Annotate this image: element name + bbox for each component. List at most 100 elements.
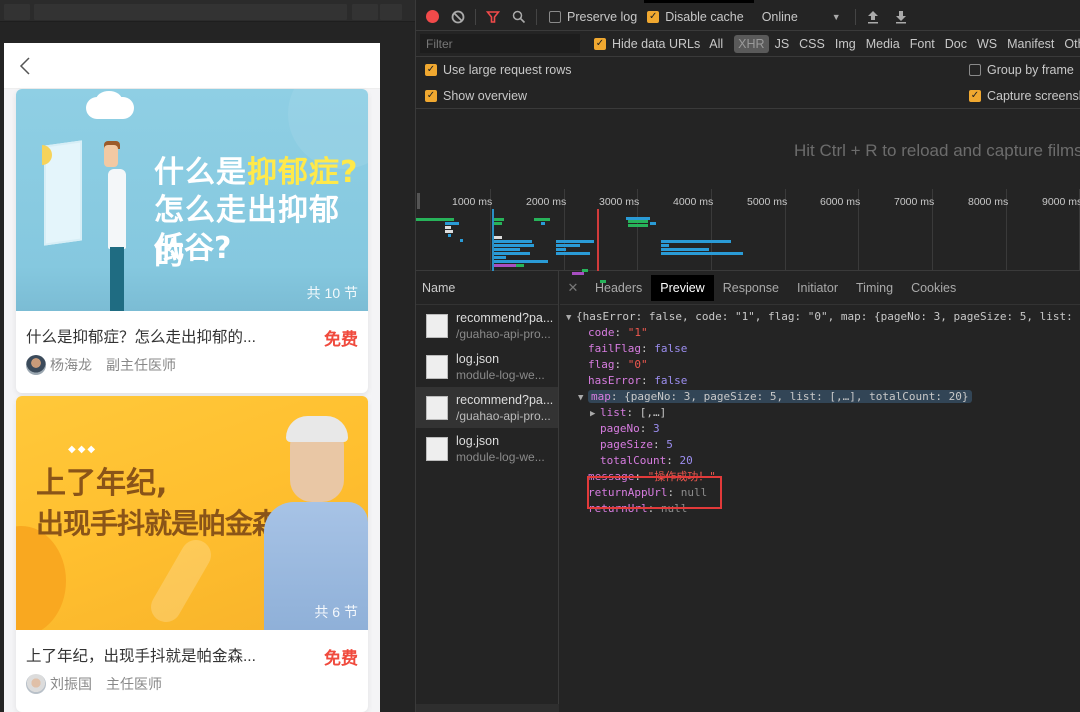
hide-data-urls-checkbox[interactable]: ✓ Hide data URLs <box>594 37 700 51</box>
waterfall-bar <box>534 218 550 221</box>
tab-response[interactable]: Response <box>714 275 788 301</box>
show-overview-checkbox[interactable]: ✓ Show overview <box>425 89 527 103</box>
waterfall-bar <box>416 218 454 221</box>
dropdown-arrow-icon[interactable]: ▼ <box>832 12 841 22</box>
record-icon[interactable] <box>421 6 443 28</box>
devtools-network-panel: Preserve log ✓ Disable cache Online ▼ ✓ Hi… <box>415 0 1080 712</box>
tab-initiator[interactable]: Initiator <box>788 275 847 301</box>
device-toolbar-segment[interactable] <box>380 4 402 20</box>
waterfall-bar <box>556 240 594 243</box>
checkbox-checked-icon[interactable]: ✓ <box>425 64 437 76</box>
json-row: code: "1" <box>588 326 648 339</box>
network-overview[interactable]: 1000 ms 2000 ms 3000 ms 4000 ms 5000 ms … <box>416 189 1080 283</box>
use-large-rows-checkbox[interactable]: ✓ Use large request rows <box>425 63 572 77</box>
name-column-header[interactable]: Name <box>416 271 558 305</box>
checkbox-checked-icon[interactable]: ✓ <box>425 89 437 102</box>
request-name: log.json <box>456 433 500 448</box>
type-filter-font[interactable]: Font <box>906 35 939 53</box>
type-filter-ws[interactable]: WS <box>973 35 1001 53</box>
type-filter-js[interactable]: JS <box>771 35 794 53</box>
person-photo-hair <box>286 416 348 442</box>
tab-timing[interactable]: Timing <box>847 275 902 301</box>
search-icon[interactable] <box>508 6 530 28</box>
capture-screenshots-checkbox[interactable]: ✓ Capture screenshots <box>969 89 1080 103</box>
type-filter-all[interactable]: All <box>705 35 727 53</box>
waterfall-bar <box>460 239 463 242</box>
overview-tick-label: 7000 ms <box>894 196 935 208</box>
tab-preview[interactable]: Preview <box>651 274 714 301</box>
disable-cache-checkbox[interactable]: ✓ Disable cache <box>647 10 744 24</box>
cover-headline-3: 低谷? <box>154 231 232 266</box>
import-har-icon[interactable] <box>862 6 884 28</box>
waterfall-bar <box>516 264 524 267</box>
use-large-rows-label: Use large request rows <box>443 63 572 77</box>
type-filter-manifest[interactable]: Manifest <box>1003 35 1058 53</box>
course-title[interactable]: 上了年纪，出现手抖就是帕金森... <box>26 644 296 666</box>
device-toolbar-segment[interactable] <box>4 4 30 20</box>
checkbox-unchecked-icon[interactable] <box>969 64 981 76</box>
export-har-icon[interactable] <box>890 6 912 28</box>
doctor-avatar <box>26 674 46 694</box>
overview-tick-label: 4000 ms <box>673 196 714 208</box>
request-name: log.json <box>456 351 500 366</box>
waterfall-bar <box>492 240 532 243</box>
tab-headers[interactable]: Headers <box>586 275 651 301</box>
chevron-left-icon[interactable] <box>16 55 36 77</box>
waterfall-bar <box>492 256 506 259</box>
checkbox-checked-icon[interactable]: ✓ <box>969 89 981 102</box>
type-filter-other[interactable]: Other <box>1060 35 1080 53</box>
checkbox-checked-icon[interactable]: ✓ <box>647 10 660 23</box>
request-row[interactable]: log.json module-log-we... <box>416 346 558 387</box>
device-toolbar-segment[interactable] <box>34 4 347 20</box>
type-filter-xhr[interactable]: XHR <box>734 34 769 53</box>
request-name: recommend?pa... <box>456 392 554 407</box>
type-filter-doc[interactable]: Doc <box>941 35 971 53</box>
type-filter-css[interactable]: CSS <box>795 35 829 53</box>
request-row-selected[interactable]: recommend?pa.../guahao-api-pro... <box>416 387 558 428</box>
overview-tick-label: 6000 ms <box>820 196 861 208</box>
collapsed-triangle-icon[interactable]: ▶ <box>590 406 600 422</box>
type-filter-media[interactable]: Media <box>862 35 904 53</box>
request-row[interactable]: recommend?pa.../guahao-api-pro... <box>416 305 558 346</box>
throttling-select[interactable]: Online <box>762 10 832 24</box>
capture-screenshots-label: Capture screenshots <box>987 88 1080 103</box>
device-emulator-pane: 什么是抑郁症? 怎么走出抑郁的 低谷? 共 10 节 什么是抑郁症？怎么走出抑郁… <box>0 0 415 712</box>
lesson-count: 共 6 节 <box>314 604 358 620</box>
expanded-triangle-icon[interactable]: ▼ <box>578 390 588 406</box>
file-icon <box>426 395 448 420</box>
waterfall-bar <box>650 222 656 225</box>
checkbox-unchecked-icon[interactable] <box>549 10 561 23</box>
device-toolbar-segment[interactable] <box>352 4 378 20</box>
type-filter-img[interactable]: Img <box>831 35 860 53</box>
clear-icon[interactable] <box>447 6 469 28</box>
doctor-info: 刘振国 主任医师 <box>26 674 358 694</box>
json-row: hasError: false <box>588 374 688 387</box>
decor-dots: ◆◆◆ <box>68 444 98 455</box>
filter-icon[interactable] <box>482 6 504 28</box>
course-card[interactable]: 什么是抑郁症? 怎么走出抑郁的 低谷? 共 10 节 什么是抑郁症？怎么走出抑郁… <box>16 89 368 393</box>
expanded-triangle-icon[interactable]: ▼ <box>566 310 576 326</box>
horizontal-scrollbar[interactable] <box>416 704 559 712</box>
request-row[interactable]: log.json module-log-we... <box>416 428 558 469</box>
group-by-frame-checkbox[interactable]: Group by frame <box>969 63 1074 77</box>
tab-cookies[interactable]: Cookies <box>902 275 965 301</box>
json-row-map[interactable]: ▼ map: {pageNo: 3, pageSize: 5, list: [,…… <box>560 389 1080 405</box>
course-card[interactable]: ◆◆◆ 上了年纪, 出现手抖就是帕金森吗? 共 6 节 上了年纪，出现手抖就是帕… <box>16 396 368 712</box>
course-info: 什么是抑郁症？怎么走出抑郁的... 免费 杨海龙 副主任医师 <box>16 311 368 393</box>
json-value: false <box>654 374 688 387</box>
overview-handle[interactable] <box>417 193 420 209</box>
filter-input[interactable] <box>420 34 580 53</box>
course-price: 免费 <box>324 330 358 349</box>
json-root-row[interactable]: ▼ {hasError: false, code: "1", flag: "0",… <box>560 309 1080 325</box>
course-title[interactable]: 什么是抑郁症？怎么走出抑郁的... <box>26 325 296 347</box>
filmstrip-area: Hit Ctrl + R to reload and capture films… <box>416 109 1080 189</box>
json-row: flag: "0" <box>588 358 648 371</box>
json-row-list[interactable]: ▶ list: [,…] <box>560 405 1080 421</box>
close-icon[interactable]: ✕ <box>560 280 586 296</box>
preserve-log-checkbox[interactable]: Preserve log <box>549 10 637 24</box>
cloud-icon <box>96 91 122 109</box>
screen: 什么是抑郁症? 怎么走出抑郁的 低谷? 共 10 节 什么是抑郁症？怎么走出抑郁… <box>0 0 1080 712</box>
waterfall-bar <box>445 226 451 229</box>
checkbox-checked-icon[interactable]: ✓ <box>594 37 606 50</box>
throttling-value: Online <box>761 9 798 24</box>
